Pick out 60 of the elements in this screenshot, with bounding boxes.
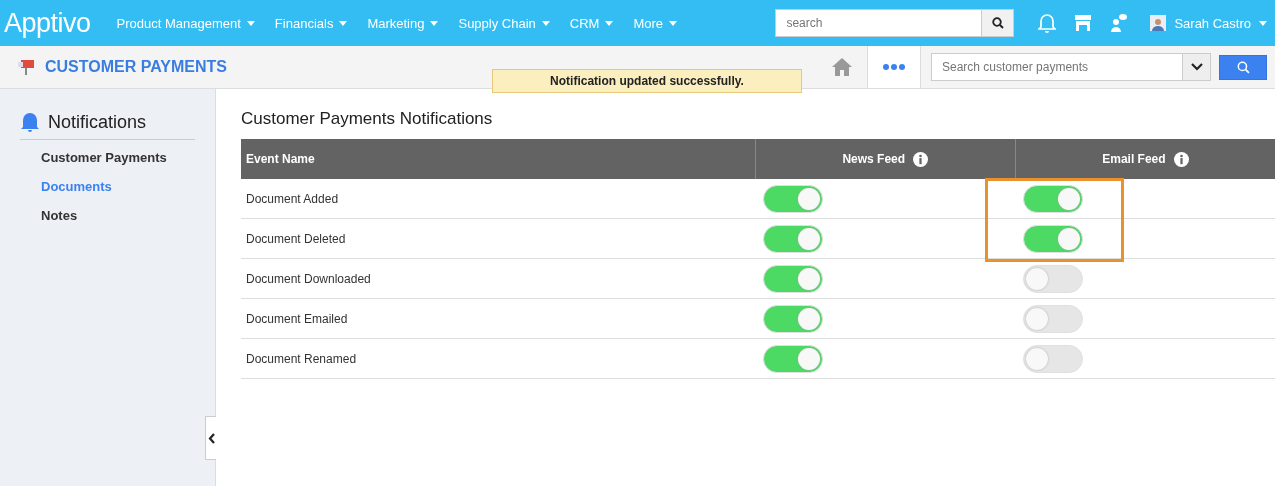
flag-icon <box>17 59 35 75</box>
app-logo[interactable]: Apptivo <box>4 7 91 39</box>
user-menu[interactable]: Sarah Castro <box>1150 15 1267 31</box>
toggle-switch[interactable] <box>763 264 824 293</box>
column-header: Event Name <box>241 139 756 179</box>
more-icon <box>883 64 905 70</box>
search-button[interactable] <box>981 9 1015 37</box>
toggle-switch[interactable] <box>763 224 824 253</box>
sidebar-item[interactable]: Notes <box>41 206 215 227</box>
app-search-field[interactable]: Search customer payments <box>931 53 1182 81</box>
caret-icon <box>339 20 348 26</box>
event-name: Document Renamed <box>246 351 357 366</box>
success-toast: Notification updated successfully. <box>492 69 802 93</box>
sidebar-item[interactable]: Customer Payments <box>41 148 215 169</box>
toggle-switch[interactable] <box>1023 224 1084 253</box>
toggle-switch[interactable] <box>1023 184 1084 213</box>
global-search-field[interactable]: search <box>775 9 982 37</box>
column-header: News Feed <box>842 152 906 166</box>
nav-menu-item[interactable]: Financials <box>264 15 358 31</box>
event-name: Document Deleted <box>246 231 346 246</box>
column-header: Email Feed <box>1102 152 1166 166</box>
nav-menu-item[interactable]: Marketing <box>357 15 449 31</box>
collapse-button[interactable] <box>205 416 216 460</box>
toggle-switch[interactable] <box>1023 344 1084 373</box>
app-title: CUSTOMER PAYMENTS <box>45 58 227 76</box>
caret-icon <box>1259 20 1267 26</box>
home-icon <box>831 57 853 77</box>
info-icon[interactable] <box>913 151 929 167</box>
caret-icon <box>605 20 614 26</box>
toggle-switch[interactable] <box>1023 264 1084 293</box>
toggle-switch[interactable] <box>763 304 824 333</box>
nav-menu-item[interactable]: More <box>623 15 688 31</box>
chevron-left-icon <box>207 432 215 444</box>
nav-menu-item[interactable]: CRM <box>559 15 624 31</box>
toggle-switch[interactable] <box>1023 304 1084 333</box>
caret-icon <box>541 20 550 26</box>
search-icon <box>1236 60 1250 74</box>
page-title: Customer Payments Notifications <box>241 109 494 129</box>
chat-user-icon[interactable] <box>1110 13 1129 33</box>
nav-menu-item[interactable]: Product Management <box>106 15 265 31</box>
event-name: Document Added <box>246 191 339 206</box>
bell-icon[interactable] <box>1038 13 1057 33</box>
avatar-icon <box>1150 15 1167 31</box>
caret-icon <box>246 20 255 26</box>
bell-icon <box>20 111 40 133</box>
nav-menu-item[interactable]: Supply Chain <box>448 15 560 31</box>
caret-icon <box>669 20 678 26</box>
more-button[interactable] <box>868 46 921 88</box>
event-name: Document Downloaded <box>246 271 371 286</box>
event-name: Document Emailed <box>246 311 348 326</box>
dropdown-button[interactable] <box>1182 53 1211 81</box>
sidebar-title: Notifications <box>48 111 147 133</box>
sidebar-item[interactable]: Documents <box>41 177 215 198</box>
toggle-switch[interactable] <box>763 184 824 213</box>
store-icon[interactable] <box>1074 14 1093 32</box>
chevron-down-icon <box>1190 63 1203 71</box>
caret-icon <box>430 20 439 26</box>
search-icon <box>991 17 1004 29</box>
info-icon[interactable] <box>1173 151 1189 167</box>
toggle-switch[interactable] <box>763 344 824 373</box>
